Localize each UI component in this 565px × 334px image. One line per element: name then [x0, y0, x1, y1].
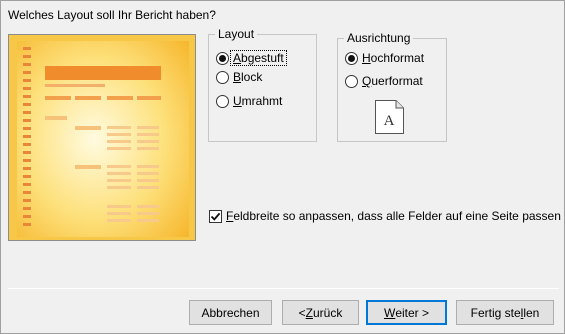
fit-fields-checkbox[interactable]	[209, 209, 222, 223]
layout-option-label: Umrahmt	[233, 94, 283, 108]
layout-option-umrahmt[interactable]: Umrahmt	[216, 94, 282, 108]
orientation-option-label: Querformat	[362, 74, 423, 88]
orientation-option-label: Hochformat	[362, 51, 425, 65]
back-button[interactable]: < Zurück	[282, 300, 359, 325]
layout-option-label: Block	[233, 70, 263, 84]
check-mark-icon	[210, 212, 221, 221]
wizard-question: Welches Layout soll Ihr Bericht haben?	[8, 8, 216, 22]
cancel-button[interactable]: Abbrechen	[189, 300, 272, 325]
orientation-option-hochformat[interactable]: Hochformat	[345, 51, 424, 65]
report-wizard-dialog: Welches Layout soll Ihr Bericht haben? L…	[0, 0, 565, 334]
radio-button-selected[interactable]	[345, 51, 358, 65]
page-icon-letter: A	[384, 113, 395, 129]
layout-legend: Layout	[218, 27, 255, 41]
fit-fields-label: Feldbreite so anpassen, dass alle Felder…	[226, 209, 561, 223]
orientation-option-querformat[interactable]: Querformat	[345, 74, 423, 88]
layout-group: Layout	[208, 28, 317, 142]
portrait-page-icon: A	[375, 100, 404, 134]
radio-button[interactable]	[216, 70, 229, 84]
next-button[interactable]: Weiter >	[366, 300, 447, 325]
layout-preview-image	[8, 34, 196, 241]
layout-option-abgestuft[interactable]: Abgestuft	[216, 50, 287, 66]
radio-button[interactable]	[216, 94, 229, 108]
orientation-legend: Ausrichtung	[347, 31, 411, 45]
layout-option-block[interactable]: Block	[216, 70, 262, 84]
button-separator	[8, 288, 559, 289]
radio-button-selected[interactable]	[216, 51, 229, 65]
finish-button[interactable]: Fertig ste l len	[456, 300, 554, 325]
fit-fields-option[interactable]: Feldbreite so anpassen, dass alle Felder…	[209, 209, 561, 223]
layout-option-label: Abgestuft	[230, 50, 287, 66]
radio-button[interactable]	[345, 74, 358, 88]
